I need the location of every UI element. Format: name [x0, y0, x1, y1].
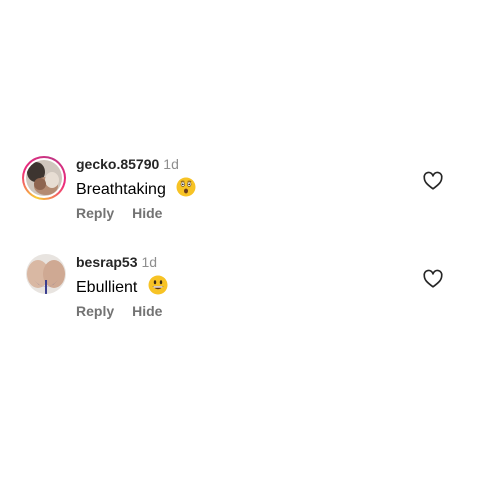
grinning-face-emoji-icon	[148, 275, 168, 295]
heart-icon[interactable]	[422, 268, 444, 290]
avatar[interactable]	[26, 254, 66, 294]
hide-button[interactable]: Hide	[132, 205, 162, 221]
comment-timestamp: 1d	[141, 254, 158, 270]
comment-timestamp: 1d	[163, 156, 179, 172]
heart-icon[interactable]	[422, 170, 444, 192]
reply-button[interactable]: Reply	[76, 303, 114, 319]
avatar-image	[26, 160, 62, 196]
avatar-image	[26, 254, 66, 294]
hide-button[interactable]: Hide	[132, 303, 162, 319]
comment-actions: Reply Hide	[76, 205, 162, 221]
comment-username[interactable]: gecko.85790 1d	[76, 156, 179, 172]
comment-item: gecko.85790 1d Breathtaking Reply Hide	[0, 156, 480, 236]
comment-actions: Reply Hide	[76, 303, 162, 319]
comment-text: Breathtaking	[76, 177, 196, 199]
comment-text: Ebullient	[76, 275, 168, 297]
comment-username[interactable]: besrap53 1d	[76, 254, 157, 270]
comment-item: besrap53 1d Ebullient Reply Hide	[0, 254, 480, 334]
avatar[interactable]	[22, 156, 66, 200]
reply-button[interactable]: Reply	[76, 205, 114, 221]
astonished-face-emoji-icon	[176, 177, 196, 197]
